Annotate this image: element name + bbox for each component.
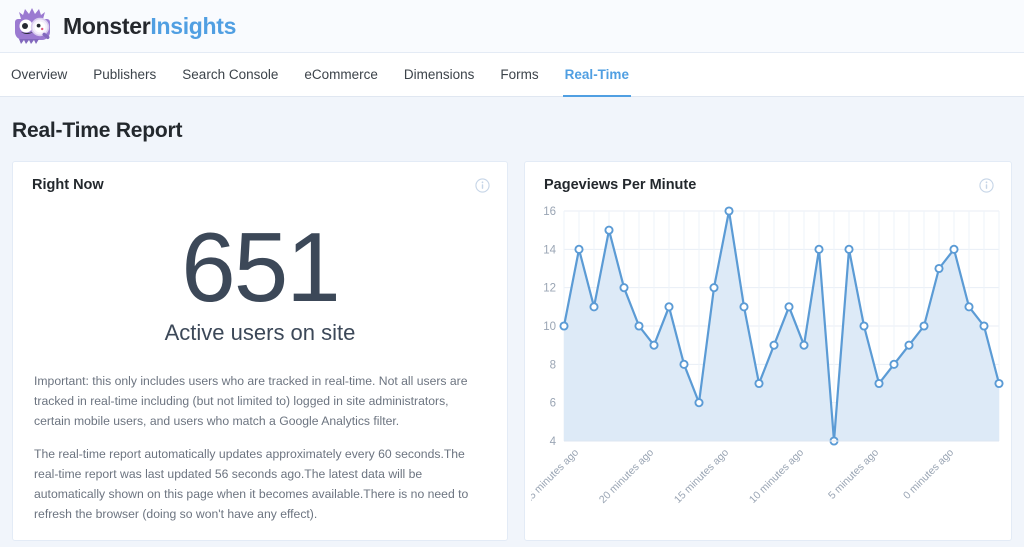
- tab-overview[interactable]: Overview: [11, 53, 80, 96]
- chart-x-tick-label: 20 minutes ago: [597, 447, 656, 506]
- brand-name-part1: Monster: [63, 12, 151, 39]
- page-title: Real-Time Report: [12, 119, 183, 142]
- tab-real-time-label: Real-Time: [564, 67, 629, 82]
- pageviews-chart-svg: 4 6 8 10 12 14 16 25 minutes ago 20 minutes ago 1…: [531, 206, 1004, 506]
- chart-data-point: [604, 225, 614, 235]
- brand-name: MonsterInsights: [63, 13, 236, 40]
- brand-name-part2: Insights: [150, 12, 237, 39]
- chart-data-point: [769, 340, 779, 350]
- pageviews-per-minute-card: Pageviews Per Minute 4 6 8 10 12 14 16 25 minut…: [524, 161, 1012, 541]
- tab-forms[interactable]: Forms: [487, 53, 551, 96]
- chart-x-tick-label: 15 minutes ago: [672, 447, 731, 506]
- chart-data-point: [664, 302, 674, 312]
- chart-data-point: [574, 244, 584, 254]
- pageviews-card-header: Pageviews Per Minute: [525, 162, 1011, 193]
- chart-data-point: [934, 263, 944, 274]
- tab-publishers[interactable]: Publishers: [80, 53, 169, 96]
- active-users-label: Active users on site: [164, 320, 356, 346]
- chart-data-point: [964, 302, 974, 312]
- tab-ecommerce-label: eCommerce: [304, 67, 378, 82]
- chart-y-tick-label: 4: [550, 436, 557, 448]
- main-nav: Overview Publishers Search Console eComm…: [0, 53, 1024, 97]
- chart-y-tick-label: 6: [550, 398, 556, 410]
- monster-magnifier-logo-icon: [15, 8, 50, 44]
- chart-y-tick-label: 10: [543, 321, 556, 333]
- chart-data-point: [694, 398, 704, 408]
- chart-data-point: [904, 340, 914, 350]
- right-now-note-2: The real-time report automatically updat…: [34, 447, 469, 521]
- chart-data-point: [919, 321, 929, 331]
- chart-data-point: [949, 244, 959, 254]
- chart-y-tick-label: 16: [543, 206, 556, 218]
- tab-real-time[interactable]: Real-Time: [552, 53, 642, 97]
- chart-data-point: [994, 378, 1004, 389]
- tab-dimensions-label: Dimensions: [403, 67, 475, 82]
- chart-data-point: [619, 283, 629, 293]
- right-now-card-title: Right Now: [32, 177, 104, 193]
- chart-y-tick-label: 12: [543, 283, 556, 295]
- chart-data-point: [634, 321, 644, 331]
- right-now-note-1: Important: this only includes users who …: [34, 374, 468, 428]
- chart-data-point: [799, 340, 809, 350]
- chart-x-tick-label: 0 minutes ago: [901, 447, 956, 502]
- chart-data-point: [724, 206, 734, 216]
- cards-row: Right Now 651 Active users on site Impor…: [12, 161, 1012, 541]
- info-circle-icon[interactable]: [475, 177, 490, 193]
- tab-search-console[interactable]: Search Console: [169, 53, 291, 96]
- chart-x-tick-label: 10 minutes ago: [747, 447, 806, 506]
- right-now-notes: Important: this only includes users who …: [13, 346, 507, 524]
- chart-data-point: [754, 378, 764, 389]
- info-circle-icon[interactable]: [979, 177, 994, 193]
- tab-ecommerce[interactable]: eCommerce: [291, 53, 391, 96]
- app-header: MonsterInsights: [0, 0, 1024, 53]
- brand-logo[interactable]: MonsterInsights: [12, 6, 236, 46]
- chart-data-point: [889, 359, 899, 369]
- chart-data-point: [814, 244, 824, 254]
- chart-data-point: [649, 340, 659, 350]
- active-users-count: 651: [181, 212, 341, 322]
- tab-publishers-label: Publishers: [93, 67, 157, 82]
- chart-x-tick-label: 25 minutes ago: [531, 447, 581, 506]
- chart-data-point: [559, 321, 569, 331]
- active-users-block: 651 Active users on site: [13, 193, 507, 346]
- right-now-card: Right Now 651 Active users on site Impor…: [12, 161, 508, 541]
- tab-dimensions[interactable]: Dimensions: [391, 53, 488, 96]
- chart-y-tick-label: 8: [550, 359, 556, 371]
- right-now-card-header: Right Now: [13, 162, 507, 193]
- chart-y-tick-label: 14: [543, 244, 556, 256]
- tab-forms-label: Forms: [500, 67, 539, 82]
- chart-x-tick-label: 5 minutes ago: [826, 447, 881, 502]
- pageviews-card-title: Pageviews Per Minute: [544, 177, 697, 193]
- chart-data-point: [784, 302, 794, 312]
- tab-search-console-label: Search Console: [182, 67, 279, 82]
- chart-data-point: [859, 321, 869, 331]
- chart-data-point: [844, 244, 854, 254]
- chart-data-point: [589, 302, 599, 312]
- chart-data-point: [739, 302, 749, 312]
- page-content: Real-Time Report Right Now 651 Active us…: [0, 119, 1024, 541]
- pageviews-chart[interactable]: 4 6 8 10 12 14 16 25 minutes ago 20 minutes ago 1…: [531, 201, 1004, 531]
- chart-data-point: [709, 283, 719, 293]
- chart-data-point: [679, 359, 689, 369]
- tab-overview-label: Overview: [11, 67, 68, 82]
- chart-data-point: [979, 321, 989, 331]
- chart-data-point: [874, 378, 884, 389]
